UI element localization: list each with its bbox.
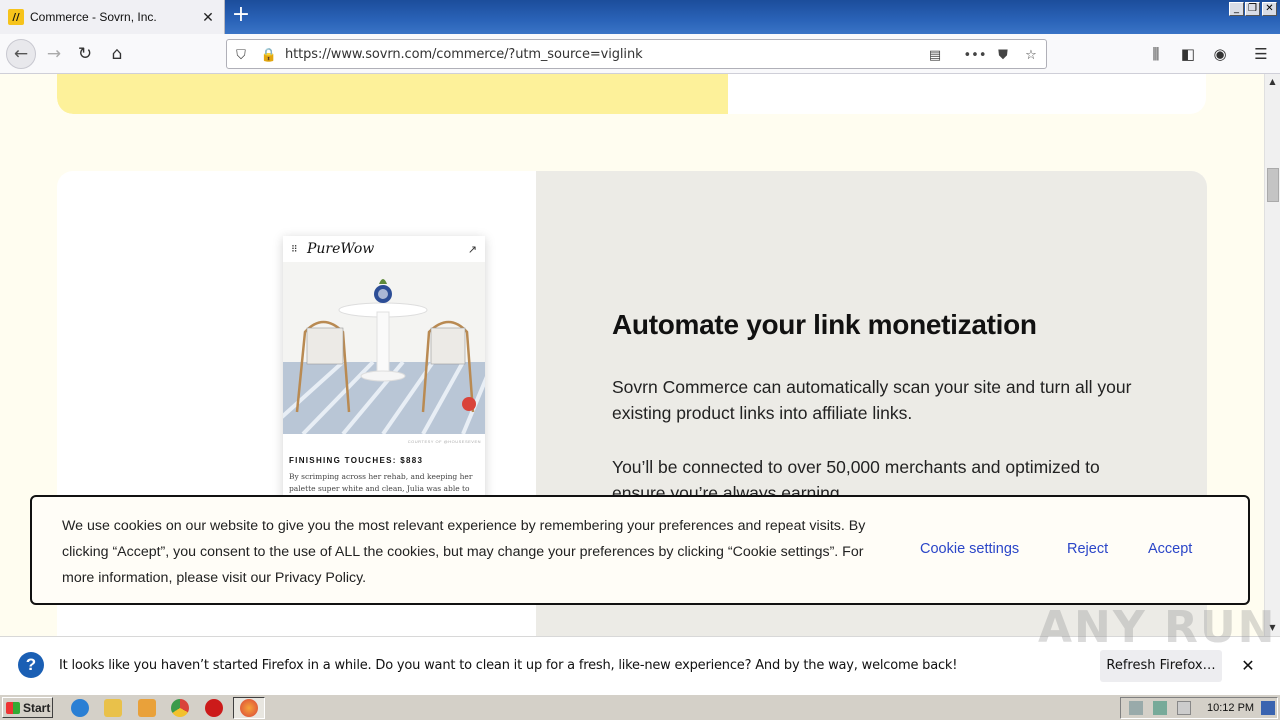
tab-title: Commerce - Sovrn, Inc.: [30, 10, 157, 24]
close-window-button[interactable]: ✕: [1262, 2, 1277, 16]
reader-view-icon[interactable]: ▤: [926, 46, 944, 64]
page-actions-icon[interactable]: •••: [964, 46, 987, 64]
navigation-toolbar: ← → ↻ ⌂ ⛉ 🔒 https://www.sovrn.com/commer…: [0, 34, 1280, 74]
scroll-up-arrow-icon[interactable]: ▲: [1265, 74, 1280, 90]
bookmark-star-icon[interactable]: ☆: [1022, 46, 1040, 64]
notification-message: It looks like you haven’t started Firefo…: [59, 658, 958, 673]
forward-button[interactable]: →: [40, 40, 68, 68]
media-player-icon[interactable]: [138, 699, 156, 717]
sidebar-icon[interactable]: ◧: [1177, 43, 1199, 65]
minimize-button[interactable]: _: [1229, 2, 1244, 16]
feature-paragraph-1: Sovrn Commerce can automatically scan yo…: [612, 377, 1132, 423]
cookie-settings-link[interactable]: Cookie settings: [920, 541, 1019, 557]
previous-section-card: [57, 74, 1206, 114]
close-notification-icon[interactable]: ✕: [1238, 656, 1258, 676]
sovrn-favicon-icon: //: [8, 9, 24, 25]
start-button[interactable]: Start: [2, 697, 53, 718]
flag-icon[interactable]: [1177, 701, 1191, 715]
refresh-firefox-button[interactable]: Refresh Firefox…: [1100, 650, 1222, 682]
volume-icon[interactable]: [1129, 701, 1143, 715]
ie-icon[interactable]: [71, 699, 89, 717]
phone-article-headline: FINISHING TOUCHES: $883: [289, 456, 424, 465]
feature-title: Automate your link monetization: [612, 309, 1037, 340]
firefox-icon: [240, 699, 258, 717]
phone-mockup-image: ⠿ PureWow ↗ COURTESY OF @HOUSESEVEN FINI…: [283, 236, 485, 506]
explorer-folder-icon[interactable]: [104, 699, 122, 717]
phone-article-body: By scrimping across her rehab, and keepi…: [289, 472, 473, 493]
account-icon[interactable]: ◉: [1209, 43, 1231, 65]
purewow-logo: PureWow: [307, 241, 375, 257]
url-bar[interactable]: ⛉ 🔒 https://www.sovrn.com/commerce/?utm_…: [226, 39, 1047, 69]
show-desktop-icon[interactable]: [1261, 701, 1275, 715]
opera-icon[interactable]: [205, 699, 223, 717]
firefox-taskbar-button[interactable]: [233, 697, 265, 719]
reload-button[interactable]: ↻: [71, 40, 99, 68]
start-label: Start: [23, 700, 51, 715]
chrome-icon[interactable]: [171, 699, 189, 717]
cookie-accept-button[interactable]: Accept: [1148, 541, 1192, 557]
yellow-panel: [57, 74, 728, 114]
cookie-message: We use cookies on our website to give yo…: [62, 518, 866, 586]
trending-icon: ↗: [467, 242, 477, 256]
pocket-icon[interactable]: ⛊: [994, 46, 1012, 64]
system-tray: 10:12 PM: [1120, 697, 1278, 719]
page-scrollbar[interactable]: ▲ ▼: [1264, 74, 1280, 636]
network-icon[interactable]: [1153, 701, 1167, 715]
menu-icon[interactable]: ☰: [1250, 43, 1272, 65]
anyrun-watermark: ANY RUN: [1038, 602, 1277, 653]
back-button[interactable]: ←: [6, 39, 36, 69]
library-icon[interactable]: ⫼: [1145, 43, 1167, 65]
lock-icon[interactable]: 🔒: [260, 46, 278, 64]
clock: 10:12 PM: [1207, 702, 1255, 714]
dining-room-photo: [283, 262, 485, 436]
cookie-reject-button[interactable]: Reject: [1067, 541, 1108, 557]
cookie-banner: We use cookies on our website to give yo…: [30, 495, 1250, 605]
question-icon: ?: [18, 652, 44, 678]
tab-strip: // Commerce - Sovrn, Inc. ✕ + _ ❐ ✕: [0, 0, 1280, 34]
windows-taskbar: Start 10:12 PM: [0, 694, 1280, 720]
home-button[interactable]: ⌂: [103, 40, 131, 68]
restore-button[interactable]: ❐: [1245, 2, 1260, 16]
new-tab-button[interactable]: +: [229, 4, 253, 28]
photo-credit: COURTESY OF @HOUSESEVEN: [407, 439, 481, 444]
url-text[interactable]: https://www.sovrn.com/commerce/?utm_sour…: [285, 47, 643, 62]
phone-header: ⠿ PureWow ↗: [283, 236, 485, 262]
grid-icon: ⠿: [291, 243, 298, 254]
windows-logo-icon: [6, 701, 20, 714]
shield-icon[interactable]: ⛉: [232, 46, 250, 64]
tab-commerce[interactable]: // Commerce - Sovrn, Inc. ✕: [0, 0, 225, 34]
scrollbar-thumb[interactable]: [1267, 168, 1279, 202]
screen: // Commerce - Sovrn, Inc. ✕ + _ ❐ ✕ ← → …: [0, 0, 1280, 720]
close-tab-icon[interactable]: ✕: [200, 9, 216, 25]
page-viewport: ⠿ PureWow ↗ COURTESY OF @HOUSESEVEN FINI…: [0, 74, 1264, 636]
